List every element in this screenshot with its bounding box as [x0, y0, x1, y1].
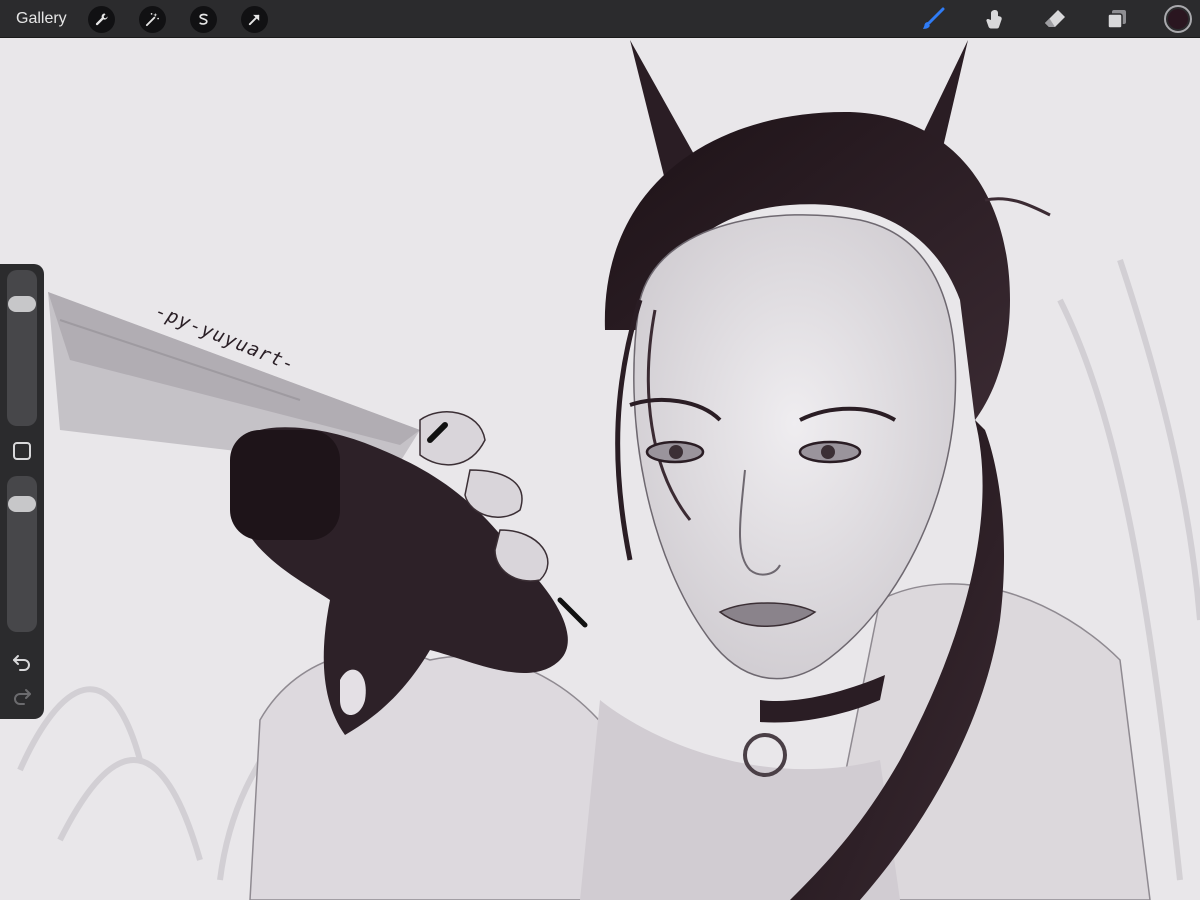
opacity-slider[interactable] [7, 476, 37, 632]
modify-button[interactable] [13, 442, 31, 460]
transform-arrow-icon [248, 14, 260, 26]
undo-button[interactable] [11, 650, 33, 672]
active-color-swatch [1168, 9, 1188, 29]
layers-icon [1107, 10, 1126, 29]
color-picker-button[interactable] [1164, 5, 1192, 33]
redo-icon [14, 689, 31, 705]
eraser-icon [1045, 10, 1065, 27]
brush-size-slider[interactable] [7, 270, 37, 426]
adjustments-button[interactable] [139, 6, 166, 33]
left-sidebar [0, 264, 44, 719]
selection-button[interactable] [190, 6, 217, 33]
smudge-tool[interactable] [980, 5, 1008, 33]
brush-size-thumb[interactable] [8, 296, 36, 313]
top-toolbar: Gallery [0, 0, 1200, 38]
layers-button[interactable] [1103, 5, 1131, 33]
eraser-tool[interactable] [1041, 5, 1069, 33]
magic-wand-icon [145, 12, 159, 27]
selection-icon [199, 13, 208, 25]
wrench-icon [95, 13, 108, 26]
undo-icon [13, 655, 30, 671]
redo-button[interactable] [11, 684, 33, 706]
pencil-sketch-artwork [17, 40, 1200, 900]
drawing-canvas[interactable]: -py-yuyuart- [0, 38, 1200, 900]
gallery-button[interactable]: Gallery [16, 9, 67, 29]
actions-button[interactable] [88, 6, 115, 33]
opacity-thumb[interactable] [8, 495, 36, 512]
smudge-icon [986, 10, 1002, 29]
brush-icon [923, 7, 945, 29]
brush-tool[interactable] [919, 5, 947, 33]
transform-button[interactable] [241, 6, 268, 33]
